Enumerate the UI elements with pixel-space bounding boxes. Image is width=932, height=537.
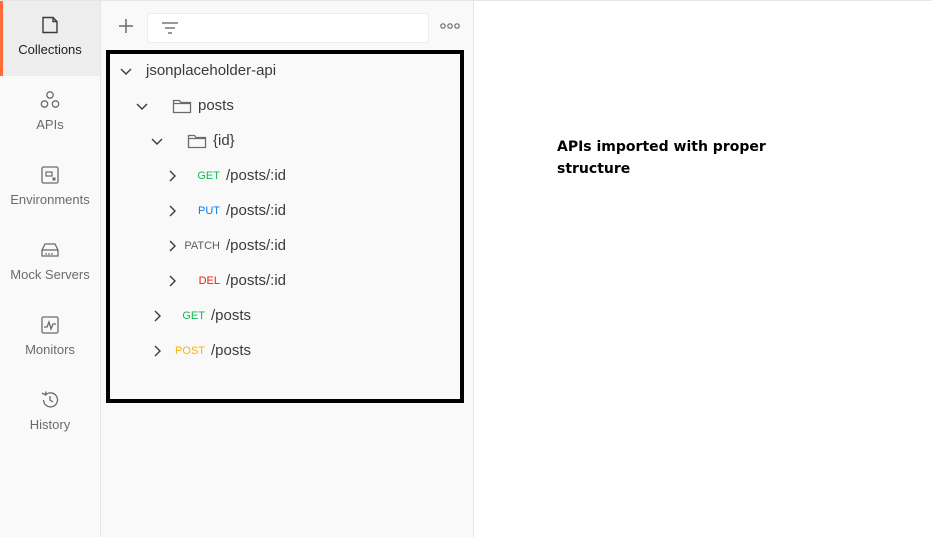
environments-icon: [39, 164, 61, 186]
nav-label: Environments: [10, 192, 90, 207]
sidebar-toolbar: [101, 1, 473, 51]
filter-icon[interactable]: [160, 19, 180, 39]
nav-label: Collections: [18, 42, 82, 57]
nav-label: Monitors: [25, 342, 75, 357]
nav-monitors[interactable]: Monitors: [0, 301, 100, 376]
more-options-icon[interactable]: [439, 17, 461, 35]
nav-label: Mock Servers: [10, 267, 90, 282]
annotation-line: APIs imported with proper: [557, 139, 766, 155]
annotation-line: structure: [557, 161, 631, 177]
nav-label: APIs: [36, 117, 64, 132]
plus-icon[interactable]: [115, 15, 137, 37]
nav-mock-servers[interactable]: Mock Servers: [0, 226, 100, 301]
left-nav: Collections APIs Environments Mock Serve…: [0, 1, 101, 537]
annotation-text: APIs imported with proper structure: [557, 136, 817, 180]
nav-label: History: [29, 417, 71, 432]
highlight-frame: [106, 50, 464, 403]
nav-apis[interactable]: APIs: [0, 76, 100, 151]
filter-input[interactable]: [147, 13, 429, 43]
nav-history[interactable]: History: [0, 376, 100, 451]
nav-collections[interactable]: Collections: [0, 1, 100, 76]
apis-icon: [39, 89, 61, 111]
history-icon: [39, 389, 61, 411]
nav-environments[interactable]: Environments: [0, 151, 100, 226]
monitors-icon: [39, 314, 61, 336]
mock-servers-icon: [39, 239, 61, 261]
collections-icon: [39, 14, 61, 36]
